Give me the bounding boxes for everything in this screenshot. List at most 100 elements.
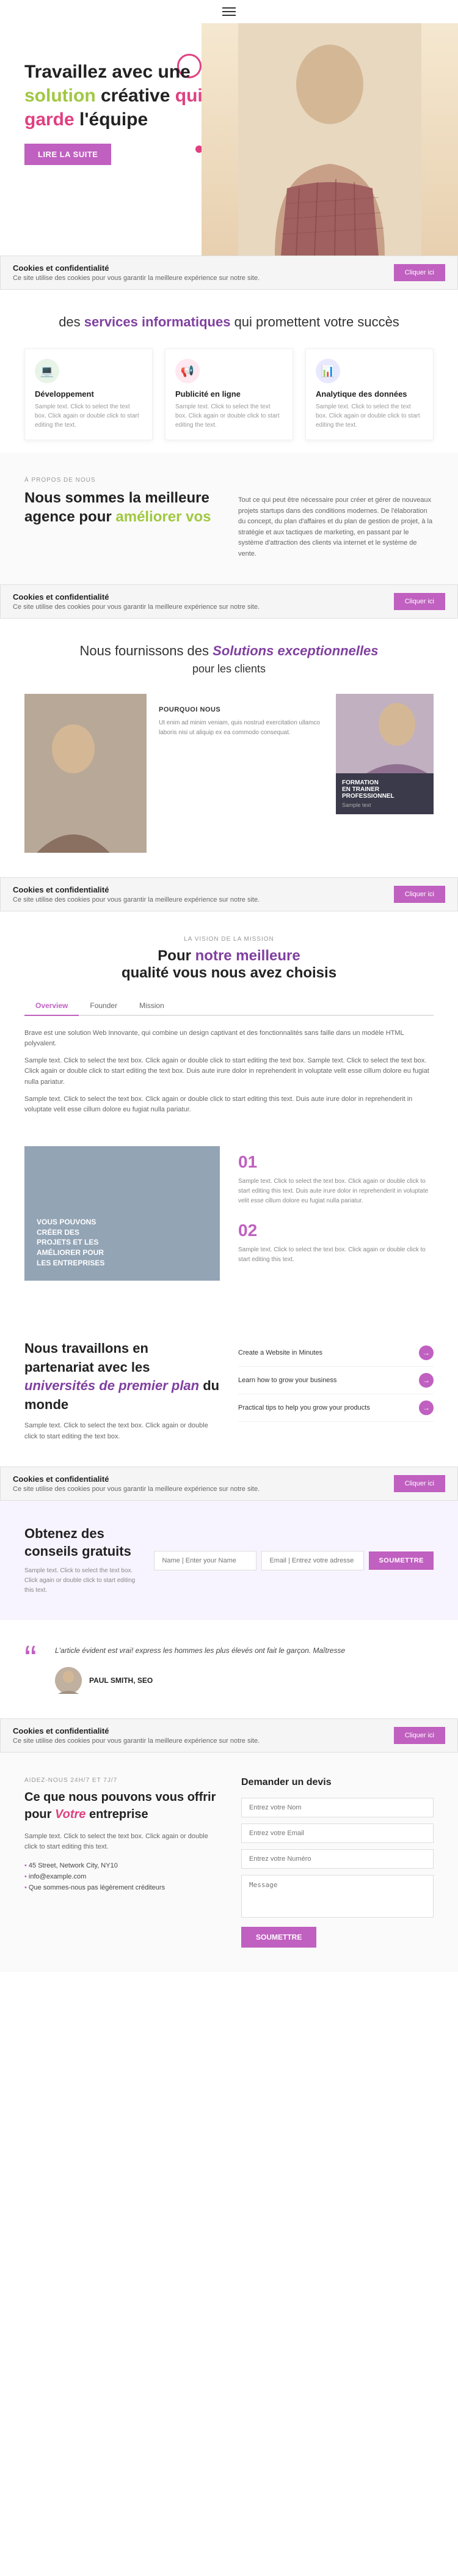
testimonial-section: “ L'article évident est vrai! express le… — [0, 1620, 458, 1718]
cookie-btn-1[interactable]: Cliquer ici — [394, 264, 445, 281]
hero-cta-button[interactable]: LIRE LA SUITE — [24, 144, 111, 165]
help-label: AIDEZ-NOUS 24H/7 ET 7J/7 — [24, 1777, 217, 1784]
solutions-formation-box: FORMATIONEN TRAINERPROFESSIONNEL Sample … — [336, 773, 434, 814]
service-title-pub: Publicité en ligne — [175, 389, 283, 399]
cookie-content-3: Cookies et confidentialité Ce site utili… — [13, 885, 260, 903]
cookie-btn-3[interactable]: Cliquer ici — [394, 886, 445, 903]
cookie-banner-1: Cookies et confidentialité Ce site utili… — [0, 256, 458, 290]
service-text-analytics: Sample text. Click to select the text bo… — [316, 402, 423, 430]
hero-title: Travaillez avec une solution créative qu… — [24, 60, 232, 131]
contact-form: SOUMETTRE — [241, 1798, 434, 1948]
vision-label: LA VISION DE LA MISSION — [24, 936, 434, 943]
testimonial-author: PAUL SMITH, SEO — [55, 1667, 434, 1694]
free-advice-form: SOUMETTRE — [154, 1551, 434, 1570]
step-2: 02 Sample text. Click to select the text… — [238, 1221, 434, 1265]
steps-left: VOUS POUVONS CRÉER DES PROJETS ET LES AM… — [24, 1146, 220, 1290]
contact-title: Demander un devis — [241, 1777, 434, 1788]
free-advice-title: Obtenez des conseils gratuits — [24, 1525, 142, 1560]
nav-bar — [0, 0, 458, 23]
solutions-right-photo — [336, 694, 434, 773]
cookie-content-2: Cookies et confidentialité Ce site utili… — [13, 592, 260, 611]
partnership-link-1[interactable]: Create a Website in Minutes → — [238, 1339, 434, 1367]
contact-email-input[interactable] — [241, 1823, 434, 1843]
link-text-1: Create a Website in Minutes — [238, 1349, 322, 1356]
service-card-dev: 💻 Développement Sample text. Click to se… — [24, 348, 153, 440]
service-title-dev: Développement — [35, 389, 142, 399]
services-title: des services informatiques qui prometten… — [24, 314, 434, 330]
contact-submit-button[interactable]: SOUMETTRE — [241, 1927, 316, 1948]
hero-content: Travaillez avec une solution créative qu… — [24, 60, 232, 165]
services-grid: 💻 Développement Sample text. Click to se… — [24, 348, 434, 440]
testimonial-text: L'article évident est vrai! express les … — [55, 1644, 434, 1657]
solutions-image-right: FORMATIONEN TRAINERPROFESSIONNEL Sample … — [336, 694, 434, 853]
hero-person-photo — [202, 23, 458, 256]
step-1-number: 01 — [238, 1152, 434, 1172]
author-name: PAUL SMITH, SEO — [89, 1676, 153, 1685]
cookie-text-2: Ce site utilise des cookies pour vous ga… — [13, 603, 260, 611]
pub-icon: 📢 — [175, 359, 200, 383]
partnership-link-2[interactable]: Learn how to grow your business → — [238, 1367, 434, 1394]
steps-section: VOUS POUVONS CRÉER DES PROJETS ET LES AM… — [0, 1146, 458, 1315]
analytics-icon: 📊 — [316, 359, 340, 383]
help-title: Ce que nous pouvons vous offrir pour Vot… — [24, 1789, 217, 1823]
help-list: 45 Street, Network City, NY10 info@examp… — [24, 1860, 217, 1893]
vision-p3: Sample text. Click to select the text bo… — [24, 1094, 434, 1116]
formation-title: FORMATIONEN TRAINERPROFESSIONNEL — [342, 779, 427, 800]
cookie-btn-5[interactable]: Cliquer ici — [394, 1727, 445, 1744]
help-section: AIDEZ-NOUS 24H/7 ET 7J/7 Ce que nous pou… — [0, 1753, 458, 1972]
free-advice-name-input[interactable] — [154, 1551, 256, 1570]
quote-icon: “ — [24, 1644, 37, 1674]
cookie-btn-2[interactable]: Cliquer ici — [394, 593, 445, 610]
tab-founder[interactable]: Founder — [79, 996, 128, 1016]
link-arrow-2: → — [419, 1373, 434, 1388]
link-text-3: Practical tips to help you grow your pro… — [238, 1404, 370, 1411]
services-section: des services informatiques qui prometten… — [0, 290, 458, 452]
service-card-pub: 📢 Publicité en ligne Sample text. Click … — [165, 348, 293, 440]
help-list-item-1: 45 Street, Network City, NY10 — [24, 1860, 217, 1871]
service-text-dev: Sample text. Click to select the text bo… — [35, 402, 142, 430]
cookie-text-1: Ce site utilise des cookies pour vous ga… — [13, 274, 260, 282]
partnership-text: Sample text. Click to select the text bo… — [24, 1421, 220, 1442]
free-advice-text: Obtenez des conseils gratuits Sample tex… — [24, 1525, 142, 1595]
solutions-title: Nous fournissons des Solutions exception… — [24, 643, 434, 659]
tab-overview[interactable]: Overview — [24, 996, 79, 1016]
service-card-analytics: 📊 Analytique des données Sample text. Cl… — [305, 348, 434, 440]
partnership-link-3[interactable]: Practical tips to help you grow your pro… — [238, 1394, 434, 1422]
free-advice-submit-button[interactable]: SOUMETTRE — [369, 1551, 434, 1570]
about-title: Nous sommes la meilleure agence pour amé… — [24, 488, 220, 526]
contact-message-input[interactable] — [241, 1875, 434, 1918]
tab-mission[interactable]: Mission — [128, 996, 175, 1016]
hamburger-menu[interactable] — [222, 7, 236, 16]
cookie-content-1: Cookies et confidentialité Ce site utili… — [13, 263, 260, 282]
cookie-title-2: Cookies et confidentialité — [13, 592, 260, 602]
cookie-content-4: Cookies et confidentialité Ce site utili… — [13, 1474, 260, 1493]
hero-image — [202, 23, 458, 256]
formation-text: Sample text — [342, 802, 427, 808]
help-list-item-2: info@example.com — [24, 1871, 217, 1882]
steps-overlay-text: VOUS POUVONS CRÉER DES PROJETS ET LES AM… — [37, 1217, 110, 1268]
about-section: À PROPOS DE NOUS Nous sommes la meilleur… — [0, 452, 458, 584]
cookie-title-4: Cookies et confidentialité — [13, 1474, 260, 1484]
vision-tabs: Overview Founder Mission — [24, 996, 434, 1016]
service-text-pub: Sample text. Click to select the text bo… — [175, 402, 283, 430]
cookie-content-5: Cookies et confidentialité Ce site utili… — [13, 1726, 260, 1745]
solutions-middle: POURQUOI NOUS Ut enim ad minim veniam, q… — [147, 694, 336, 853]
contact-name-input[interactable] — [241, 1798, 434, 1817]
step-1: 01 Sample text. Click to select the text… — [238, 1152, 434, 1206]
pourquoi-label: POURQUOI NOUS — [159, 706, 324, 713]
free-advice-email-input[interactable] — [261, 1551, 364, 1570]
cookie-btn-4[interactable]: Cliquer ici — [394, 1475, 445, 1492]
testimonial-content: L'article évident est vrai! express les … — [55, 1644, 434, 1693]
author-avatar — [55, 1667, 82, 1694]
steps-right: 01 Sample text. Click to select the text… — [238, 1146, 434, 1290]
vision-section: LA VISION DE LA MISSION Pour notre meill… — [0, 911, 458, 1146]
vision-title: Pour notre meilleure qualité vous nous a… — [24, 948, 434, 982]
partnership-left: Nous travaillons en partenariat avec les… — [24, 1339, 220, 1442]
cookie-banner-5: Cookies et confidentialité Ce site utili… — [0, 1718, 458, 1753]
link-arrow-3: → — [419, 1400, 434, 1415]
about-text: Tout ce qui peut être nécessaire pour cr… — [238, 477, 434, 560]
cookie-text-4: Ce site utilise des cookies pour vous ga… — [13, 1485, 260, 1493]
about-label: À PROPOS DE NOUS — [24, 477, 220, 484]
contact-phone-input[interactable] — [241, 1849, 434, 1869]
cookie-banner-3: Cookies et confidentialité Ce site utili… — [0, 877, 458, 911]
